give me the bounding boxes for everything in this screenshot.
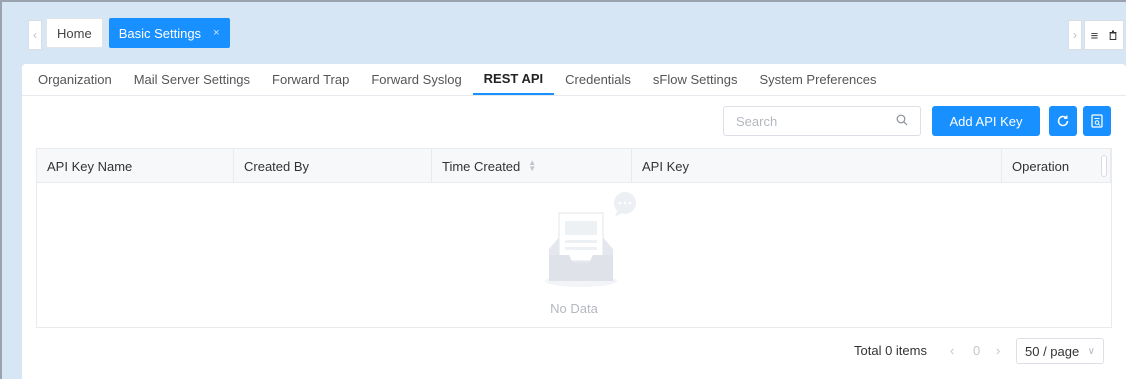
- tab-home-label: Home: [57, 25, 92, 41]
- empty-state: No Data: [37, 183, 1111, 327]
- tab-label: Forward Syslog: [371, 71, 462, 87]
- sort-icon[interactable]: ▲ ▼: [528, 159, 536, 173]
- tab-label: Mail Server Settings: [133, 71, 251, 87]
- tab-credentials[interactable]: Credentials: [554, 63, 642, 95]
- search-icon[interactable]: [896, 114, 908, 129]
- search-input-wrapper[interactable]: [723, 106, 921, 136]
- pagination: Total 0 items ‹ 0 › 50 / page ∨: [22, 338, 1126, 364]
- column-header-created-by: Created By: [234, 149, 432, 183]
- tab-mail-server-settings[interactable]: Mail Server Settings: [123, 63, 261, 95]
- total-items: Total 0 items: [854, 343, 927, 358]
- api-key-table: API Key Name Created By Time Created ▲ ▼ …: [36, 148, 1112, 328]
- empty-text: No Data: [550, 301, 598, 316]
- tab-forward-trap[interactable]: Forward Trap: [261, 63, 360, 95]
- hamburger-icon[interactable]: ≡: [1091, 28, 1099, 43]
- settings-tabs: Organization Mail Server Settings Forward …: [22, 64, 1126, 96]
- tab-forward-syslog[interactable]: Forward Syslog: [360, 63, 472, 95]
- app-frame: ‹ Home Basic Settings × › ≡ Organization…: [0, 0, 1126, 381]
- tab-sflow-settings[interactable]: sFlow Settings: [642, 63, 749, 95]
- tab-label: System Preferences: [759, 71, 877, 87]
- search-input[interactable]: [736, 113, 886, 129]
- chevron-right-icon[interactable]: ›: [996, 343, 1000, 358]
- page-size-select[interactable]: 50 / page ∨: [1016, 338, 1104, 364]
- tab-basic-settings[interactable]: Basic Settings ×: [108, 18, 230, 48]
- page-number[interactable]: 0: [973, 343, 980, 358]
- scrollbar[interactable]: [1101, 155, 1107, 177]
- export-icon[interactable]: [1083, 106, 1111, 136]
- tab-home[interactable]: Home: [46, 18, 103, 48]
- tab-basic-settings-label: Basic Settings: [118, 25, 202, 41]
- column-header-api-key-name: API Key Name: [37, 149, 234, 183]
- tab-label: REST API: [483, 70, 544, 86]
- tab-strip-tools: ≡: [1084, 20, 1124, 50]
- column-header-api-key: API Key: [632, 149, 1002, 183]
- tab-organization[interactable]: Organization: [22, 63, 123, 95]
- tab-label: sFlow Settings: [652, 71, 738, 87]
- close-icon[interactable]: ×: [213, 27, 219, 39]
- table-header: API Key Name Created By Time Created ▲ ▼ …: [37, 149, 1111, 183]
- main-card: Organization Mail Server Settings Forward …: [22, 64, 1126, 381]
- tab-rest-api[interactable]: REST API: [472, 63, 555, 95]
- chevron-left-icon[interactable]: ‹: [950, 343, 954, 358]
- refresh-icon[interactable]: [1049, 106, 1077, 136]
- column-header-operation: Operation: [1002, 149, 1111, 183]
- tab-label: Organization: [38, 71, 112, 87]
- tab-label: Forward Trap: [272, 71, 350, 87]
- page-size-value: 50 / page: [1025, 343, 1080, 359]
- chevron-right-icon[interactable]: ›: [1068, 20, 1082, 50]
- tab-label: Credentials: [565, 71, 631, 87]
- column-header-time-created[interactable]: Time Created ▲ ▼: [432, 149, 632, 183]
- top-tab-strip: Home Basic Settings ×: [26, 18, 230, 48]
- tab-system-preferences[interactable]: System Preferences: [748, 63, 887, 95]
- empty-inbox-icon: [545, 192, 636, 287]
- chevron-down-icon: ∨: [1087, 345, 1095, 357]
- add-api-key-button[interactable]: Add API Key: [932, 106, 1040, 136]
- trash-icon[interactable]: [1109, 28, 1117, 43]
